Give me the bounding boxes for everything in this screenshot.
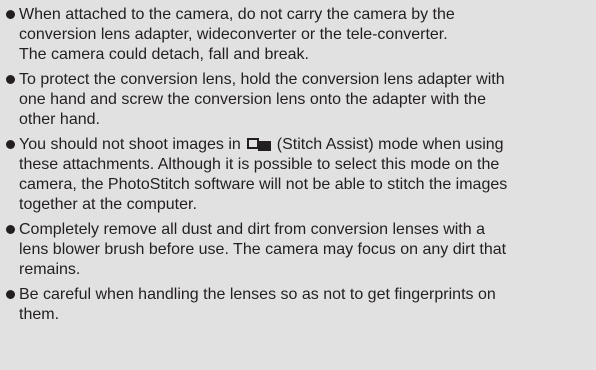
text-line: remains.	[19, 261, 81, 278]
bullet-icon	[6, 10, 15, 19]
caution-item-fingerprints: Be careful when handling the lenses so a…	[4, 285, 582, 325]
text-line: conversion lens adapter, wideconverter o…	[19, 26, 448, 43]
text-line: To protect the conversion lens, hold the…	[19, 71, 505, 88]
caution-list: When attached to the camera, do not carr…	[4, 5, 582, 325]
text-fragment: You should not shoot images in	[19, 136, 241, 153]
text-line: one hand and screw the conversion lens o…	[19, 91, 486, 108]
caution-item-protect: To protect the conversion lens, hold the…	[4, 70, 582, 130]
text-line: When attached to the camera, do not carr…	[19, 6, 455, 23]
bullet-icon	[6, 290, 15, 299]
bullet-icon	[6, 75, 15, 84]
text-line: Completely remove all dust and dirt from…	[19, 221, 485, 238]
text-line: these attachments. Although it is possib…	[19, 156, 500, 173]
stitch-assist-icon	[246, 137, 271, 151]
text-line: other hand.	[19, 111, 100, 128]
caution-item-carry: When attached to the camera, do not carr…	[4, 5, 582, 65]
text-line: The camera could detach, fall and break.	[19, 46, 309, 63]
text-line: camera, the PhotoStitch software will no…	[19, 176, 508, 193]
caution-item-stitch-assist: You should not shoot images in (Stitch As…	[4, 135, 582, 215]
text-line: You should not shoot images in (Stitch As…	[19, 135, 582, 155]
bullet-icon	[6, 140, 15, 149]
caution-item-dust: Completely remove all dust and dirt from…	[4, 220, 582, 280]
text-line: together at the computer.	[19, 196, 197, 213]
text-line: lens blower brush before use. The camera…	[19, 241, 507, 258]
text-fragment: (Stitch Assist) mode when using	[276, 136, 504, 153]
text-line: them.	[19, 306, 60, 323]
bullet-icon	[6, 225, 15, 234]
caution-panel: When attached to the camera, do not carr…	[0, 0, 596, 370]
text-line: Be careful when handling the lenses so a…	[19, 286, 496, 303]
